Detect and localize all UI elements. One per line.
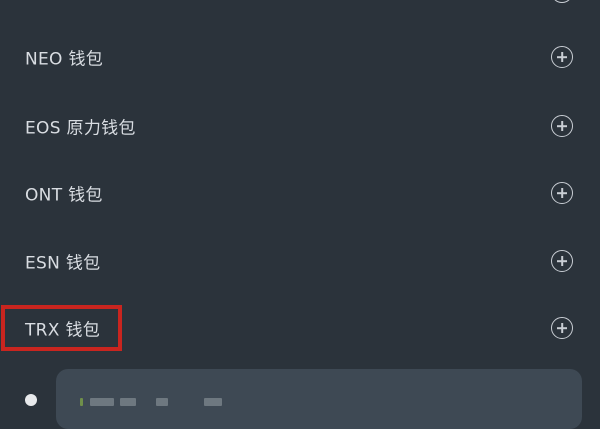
plus-circle-icon[interactable] — [551, 115, 573, 137]
highlight-annotation-box — [1, 305, 122, 351]
card-thumbnail — [80, 398, 83, 406]
wallet-label: NEO 钱包 — [25, 49, 104, 70]
plus-circle-icon[interactable] — [551, 182, 573, 204]
wallet-row-esn[interactable]: ESN 钱包 — [0, 231, 600, 291]
wallet-label: ESN 钱包 — [25, 253, 101, 274]
card-thumbnail — [90, 398, 114, 406]
plus-circle-icon[interactable] — [551, 317, 573, 339]
wallet-row-partial[interactable] — [0, 0, 600, 22]
card-thumbnail — [204, 398, 222, 406]
plus-circle-icon[interactable] — [551, 0, 573, 3]
wallet-label: ONT 钱包 — [25, 185, 103, 206]
plus-circle-icon[interactable] — [551, 46, 573, 68]
bottom-card[interactable] — [56, 369, 582, 429]
card-thumbnail — [156, 398, 168, 406]
wallet-row-ont[interactable]: ONT 钱包 — [0, 163, 600, 223]
wallet-row-neo[interactable]: NEO 钱包 — [0, 27, 600, 87]
wallet-list: NEO 钱包 EOS 原力钱包 ONT 钱包 ESN 钱包 TRX 钱包 — [0, 0, 600, 400]
card-thumbnail — [120, 398, 136, 406]
indicator-dot — [25, 394, 37, 406]
wallet-label: EOS 原力钱包 — [25, 118, 136, 139]
plus-circle-icon[interactable] — [551, 250, 573, 272]
wallet-row-eos[interactable]: EOS 原力钱包 — [0, 96, 600, 156]
